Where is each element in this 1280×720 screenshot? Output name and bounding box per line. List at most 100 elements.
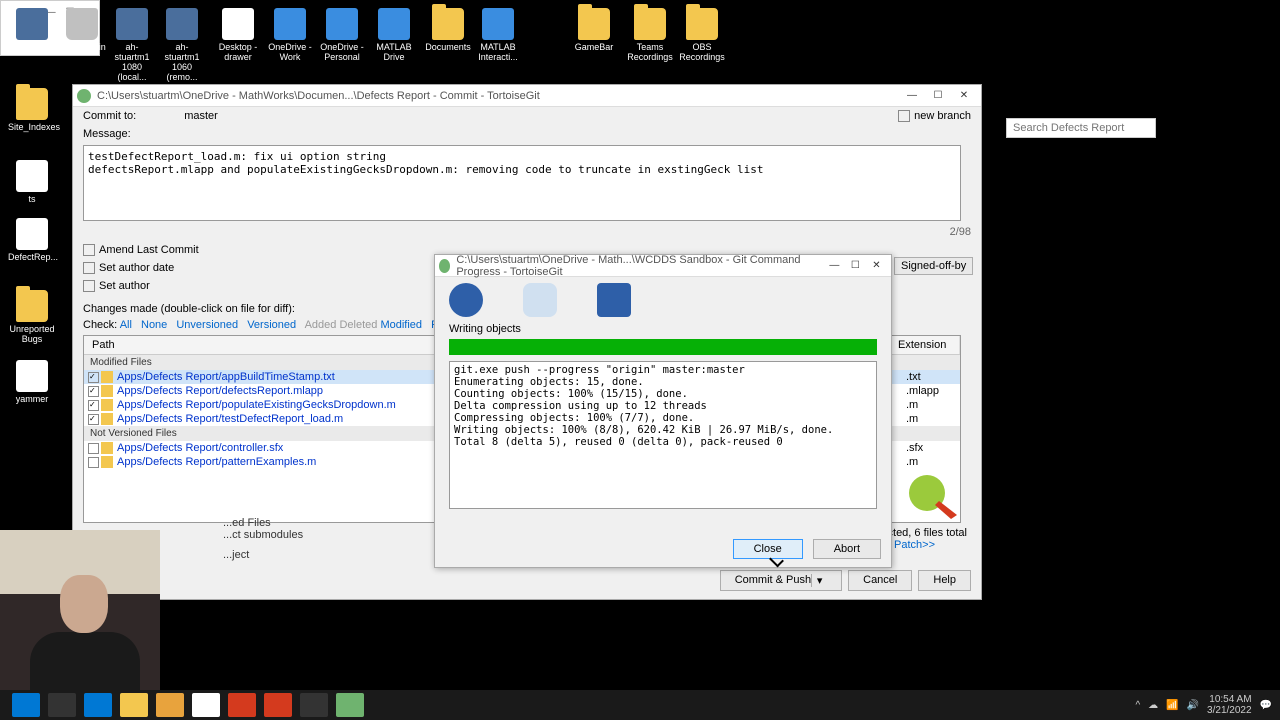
git-output[interactable]: git.exe push --progress "origin" master:… xyxy=(449,361,877,509)
file-ext: .sfx xyxy=(906,442,956,454)
help-button[interactable]: Help xyxy=(918,570,971,591)
folder-icon xyxy=(597,283,631,317)
chrome-icon[interactable] xyxy=(192,693,220,717)
desktop-icon[interactable]: Desktop - drawer xyxy=(214,8,262,63)
transfer-icon xyxy=(523,283,557,317)
taskbar: ^ ☁ 📶 🔊 10:54 AM3/21/2022 💬 xyxy=(0,690,1280,720)
filter-link[interactable]: All xyxy=(120,319,132,331)
commit-message-input[interactable]: testDefectReport_load.m: fix ui option s… xyxy=(83,145,961,221)
new-branch-checkbox[interactable] xyxy=(898,110,910,122)
tortoisegit-taskbar-icon[interactable] xyxy=(336,693,364,717)
desktop-icon[interactable]: MATLAB Drive xyxy=(370,8,418,63)
desktop-icon[interactable]: Documents xyxy=(424,8,472,53)
desktop-icon[interactable]: Site_Indexes xyxy=(8,88,56,133)
author-date-label: Set author date xyxy=(99,262,174,274)
commit-titlebar: C:\Users\stuartm\OneDrive - MathWorks\Do… xyxy=(73,85,981,107)
tortoisegit-icon xyxy=(439,259,450,273)
progress-icons xyxy=(435,277,891,323)
hidden-option-1: ...ed Files xyxy=(223,517,303,529)
message-label: Message: xyxy=(83,128,131,140)
desktop-icon[interactable]: Recycle Bin xyxy=(58,8,106,53)
filter-link[interactable]: Modified xyxy=(380,319,422,331)
filter-link[interactable]: Unversioned xyxy=(176,319,238,331)
file-checkbox[interactable] xyxy=(88,372,99,383)
close-progress-button[interactable]: Close xyxy=(733,539,803,559)
filter-disabled: Added xyxy=(305,319,337,331)
progress-window: C:\Users\stuartm\OneDrive - Math...\WCDD… xyxy=(434,254,892,568)
filter-disabled: Deleted xyxy=(339,319,377,331)
file-checkbox[interactable] xyxy=(88,457,99,468)
new-branch-label: new branch xyxy=(914,110,971,122)
tortoisegit-icon xyxy=(77,89,91,103)
file-checkbox[interactable] xyxy=(88,443,99,454)
file-checkbox[interactable] xyxy=(88,414,99,425)
file-icon xyxy=(101,385,113,397)
tortoisegit-logo xyxy=(905,463,961,519)
desktop-icon[interactable]: ts xyxy=(8,160,56,205)
commit-title: C:\Users\stuartm\OneDrive - MathWorks\Do… xyxy=(97,90,540,102)
check-label: Check: xyxy=(83,319,117,331)
task-view-button[interactable] xyxy=(48,693,76,717)
commit-push-button[interactable]: Commit & Push▾ xyxy=(720,570,842,591)
commit-dropdown-icon[interactable]: ▾ xyxy=(811,574,827,587)
abort-button[interactable]: Abort xyxy=(813,539,881,559)
desktop-icon[interactable]: ah-stuartm1 1060 (remo... xyxy=(158,8,206,83)
col-extension[interactable]: Extension xyxy=(890,336,960,354)
char-counter: 2/98 xyxy=(73,223,981,241)
filter-link[interactable]: Versioned xyxy=(247,319,296,331)
start-button[interactable] xyxy=(12,693,40,717)
tray-volume-icon[interactable]: 🔊 xyxy=(1187,700,1199,711)
progress-bar xyxy=(449,339,877,355)
desktop-icon[interactable]: OneDrive - Personal xyxy=(318,8,366,63)
progress-minimize-button[interactable]: — xyxy=(824,257,845,275)
branch-name: master xyxy=(184,110,218,122)
amend-label: Amend Last Commit xyxy=(99,244,199,256)
file-icon xyxy=(101,442,113,454)
desktop-icon[interactable]: ah-stuartm1 1080 (local... xyxy=(108,8,156,83)
minimize-button[interactable]: — xyxy=(899,87,925,105)
obs-icon[interactable] xyxy=(300,693,328,717)
matlab-icon[interactable] xyxy=(228,693,256,717)
amend-checkbox[interactable] xyxy=(83,244,95,256)
filter-link[interactable]: None xyxy=(141,319,167,331)
file-ext: .m xyxy=(906,399,956,411)
desktop-icon[interactable]: OBS Recordings xyxy=(678,8,726,63)
desktop-icon[interactable]: GameBar xyxy=(570,8,618,53)
desktop-icon[interactable]: DefectRep... xyxy=(8,218,56,263)
hidden-option-3: ...ject xyxy=(223,549,303,561)
author-date-checkbox[interactable] xyxy=(83,262,95,274)
matlab-icon-2[interactable] xyxy=(264,693,292,717)
close-button[interactable]: ✕ xyxy=(951,87,977,105)
tray-chevron-icon[interactable]: ^ xyxy=(1135,700,1140,711)
signed-off-button[interactable]: Signed-off-by xyxy=(894,257,973,275)
file-checkbox[interactable] xyxy=(88,386,99,397)
explorer-icon[interactable] xyxy=(120,693,148,717)
file-icon xyxy=(101,413,113,425)
search-input[interactable] xyxy=(1006,118,1156,138)
hidden-option-2: ...ct submodules xyxy=(223,529,303,541)
maximize-button[interactable]: ☐ xyxy=(925,87,951,105)
cancel-button[interactable]: Cancel xyxy=(848,570,912,591)
desktop-icon[interactable]: Teams Recordings xyxy=(626,8,674,63)
desktop-icon[interactable]: Unreported Bugs xyxy=(8,290,56,345)
progress-maximize-button[interactable]: ☐ xyxy=(845,257,866,275)
app-icon-1[interactable] xyxy=(156,693,184,717)
desktop-icon[interactable]: This PC xyxy=(8,8,56,53)
desktop-icon[interactable]: MATLAB Interacti... xyxy=(474,8,522,63)
file-icon xyxy=(101,456,113,468)
edge-icon[interactable] xyxy=(84,693,112,717)
tray-onedrive-icon[interactable]: ☁ xyxy=(1148,700,1158,711)
file-checkbox[interactable] xyxy=(88,400,99,411)
progress-title: C:\Users\stuartm\OneDrive - Math...\WCDD… xyxy=(456,254,823,278)
set-author-label: Set author xyxy=(99,280,150,292)
changes-label: Changes made (double-click on file for d… xyxy=(83,303,295,315)
mouse-cursor xyxy=(770,553,782,571)
desktop-icon[interactable]: yammer xyxy=(8,360,56,405)
globe-icon xyxy=(449,283,483,317)
set-author-checkbox[interactable] xyxy=(83,280,95,292)
notification-icon[interactable]: 💬 xyxy=(1260,700,1272,711)
tray-network-icon[interactable]: 📶 xyxy=(1166,700,1178,711)
system-clock[interactable]: 10:54 AM3/21/2022 xyxy=(1207,694,1252,716)
progress-close-button[interactable]: ✕ xyxy=(866,257,887,275)
desktop-icon[interactable]: OneDrive - Work xyxy=(266,8,314,63)
